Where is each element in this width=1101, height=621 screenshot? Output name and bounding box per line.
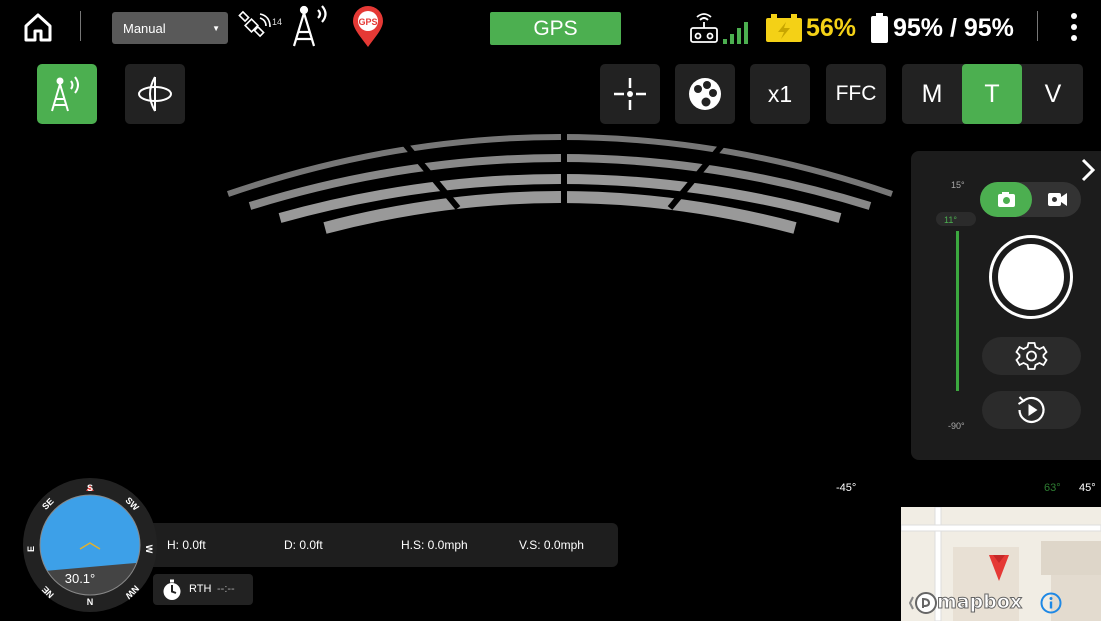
stopwatch-icon <box>163 579 181 600</box>
telemetry-horizontal-speed: H.S: 0.0mph <box>401 538 468 552</box>
gimbal-orbit-icon <box>138 76 172 112</box>
mini-map[interactable]: mapbox <box>901 507 1101 621</box>
flight-mode-select[interactable]: Manual ▼ <box>112 12 228 44</box>
rth-label: RTH <box>189 583 212 595</box>
rth-timer[interactable]: RTH --:-- <box>153 574 253 605</box>
drone-battery-icon <box>766 14 802 42</box>
gear-icon <box>1015 342 1048 370</box>
gimbal-angle-right: 45° <box>1079 482 1096 494</box>
info-icon <box>1040 592 1062 614</box>
compass-label-e: E <box>26 546 36 552</box>
compass-label-s: S <box>87 483 93 493</box>
rc-battery-icon <box>871 13 888 43</box>
rth-time: --:-- <box>217 583 235 595</box>
mapbox-attribution: mapbox <box>936 591 1023 614</box>
more-vertical-icon <box>1071 13 1077 41</box>
photo-mode-button[interactable] <box>980 182 1032 217</box>
display-mode-segmented: M T V <box>902 64 1083 124</box>
telemetry-height: H: 0.0ft <box>167 538 206 552</box>
playback-icon <box>1017 396 1045 423</box>
chevron-right-icon <box>1081 158 1096 182</box>
divider <box>1037 11 1038 41</box>
signal-strength-icon <box>723 20 749 44</box>
gimbal-pitch-slider[interactable] <box>956 231 959 391</box>
attitude-horizon-indicator <box>200 110 920 260</box>
capture-mode-toggle <box>980 182 1081 217</box>
video-mode-button[interactable] <box>1036 182 1078 217</box>
flight-mode-value: Manual <box>123 21 166 36</box>
rc-battery-percent: 95% / 95% <box>893 14 1014 42</box>
compass-attitude-indicator: S SW W NW N NE E SE 30.1° <box>22 477 158 613</box>
palette-icon <box>689 78 721 110</box>
shutter-button[interactable] <box>989 235 1073 319</box>
camera-settings-button[interactable] <box>982 337 1081 375</box>
home-icon <box>24 13 52 42</box>
gps-pin-label: GPS <box>358 17 377 27</box>
media-playback-button[interactable] <box>982 391 1081 429</box>
crosshair-icon <box>614 78 646 110</box>
home-button[interactable] <box>22 12 54 42</box>
gps-warning-pin-icon: GPS <box>351 5 385 49</box>
mode-v-button[interactable]: V <box>1023 64 1083 124</box>
drone-battery-percent: 56% <box>806 14 857 42</box>
satellite-count: 14 <box>272 17 283 27</box>
divider <box>80 11 81 41</box>
gimbal-angle-left: -45° <box>836 482 857 494</box>
telemetry-vertical-speed: V.S: 0.0mph <box>519 538 584 552</box>
remote-controller-icon <box>689 12 719 44</box>
compass-label-n: N <box>87 597 94 607</box>
pitch-current-label: 11° <box>944 215 957 225</box>
dropdown-arrow-icon: ▼ <box>212 24 220 33</box>
panel-expand-button[interactable] <box>1080 157 1096 183</box>
rc-link-button[interactable] <box>37 64 97 124</box>
video-camera-icon <box>1048 193 1067 206</box>
top-status-bar: Manual ▼ 14 GPS GPS 56% 95% / 95% <box>0 0 1101 52</box>
rc-signal-icon <box>290 4 338 48</box>
telemetry-distance: D: 0.0ft <box>284 538 323 552</box>
pitch-max-label: 15° <box>951 180 965 190</box>
mode-t-button[interactable]: T <box>962 64 1022 124</box>
telemetry-bar: H: 0.0ft D: 0.0ft H.S: 0.0mph V.S: 0.0mp… <box>144 523 618 567</box>
camera-icon <box>998 192 1015 207</box>
compass-heading-readout: 30.1° <box>65 571 96 586</box>
shutter-inner <box>998 244 1064 310</box>
satellite-icon <box>238 10 272 42</box>
gimbal-angle-secondary: 63° <box>1044 482 1061 494</box>
map-info-button[interactable] <box>1040 592 1062 614</box>
rc-antenna-icon <box>51 76 79 112</box>
gps-status-button[interactable]: GPS <box>490 12 621 45</box>
compass-label-w: W <box>144 545 154 554</box>
gimbal-mode-button[interactable] <box>125 64 185 124</box>
more-menu-button[interactable] <box>1066 11 1082 43</box>
pitch-min-label: -90° <box>948 421 965 431</box>
